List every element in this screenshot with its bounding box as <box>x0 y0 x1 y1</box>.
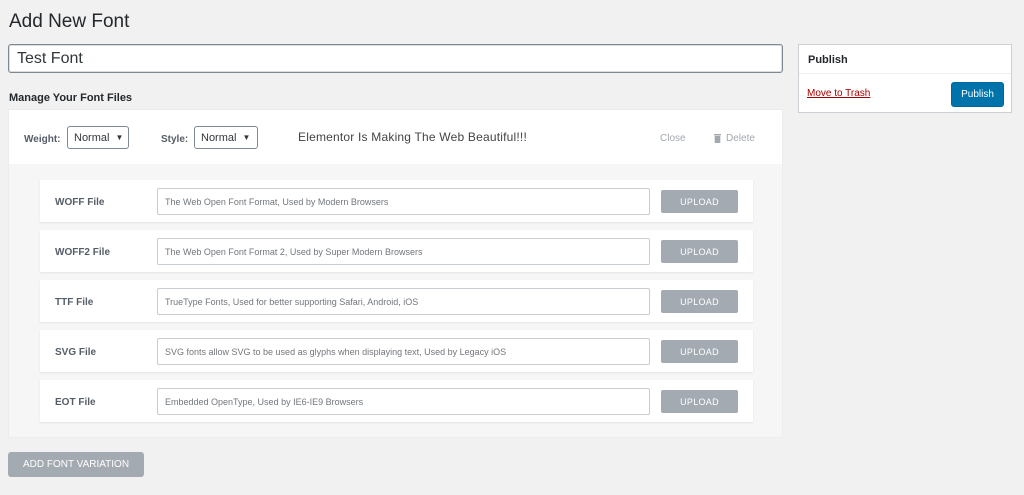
style-select-value: Normal <box>201 131 237 144</box>
file-row-eot: EOT File Embedded OpenType, Used by IE6-… <box>40 380 753 422</box>
delete-label: Delete <box>726 133 755 144</box>
delete-variation-link[interactable]: Delete <box>714 133 755 144</box>
manage-font-files-heading: Manage Your Font Files <box>9 92 133 104</box>
chevron-down-icon: ▼ <box>242 133 251 142</box>
upload-button-svg[interactable]: UPLOAD <box>661 340 738 363</box>
font-variation-panel: Weight: Normal ▼ Style: Normal ▼ Element… <box>8 109 783 438</box>
woff2-file-input[interactable]: The Web Open Font Format 2, Used by Supe… <box>157 238 650 265</box>
variation-header: Weight: Normal ▼ Style: Normal ▼ Element… <box>9 110 782 164</box>
font-preview-text: Elementor Is Making The Web Beautiful!!! <box>298 130 527 144</box>
add-font-variation-button[interactable]: ADD FONT VARIATION <box>8 452 144 477</box>
file-label: TTF File <box>55 297 94 308</box>
woff-file-input[interactable]: The Web Open Font Format, Used by Modern… <box>157 188 650 215</box>
page-title: Add New Font <box>9 11 130 32</box>
upload-button-woff[interactable]: UPLOAD <box>661 190 738 213</box>
eot-file-input[interactable]: Embedded OpenType, Used by IE6-IE9 Brows… <box>157 388 650 415</box>
upload-button-woff2[interactable]: UPLOAD <box>661 240 738 263</box>
file-label: EOT File <box>55 397 96 408</box>
trash-icon <box>714 134 721 143</box>
file-row-woff2: WOFF2 File The Web Open Font Format 2, U… <box>40 230 753 272</box>
style-label: Style: <box>161 134 189 145</box>
file-row-woff: WOFF File The Web Open Font Format, Used… <box>40 180 753 222</box>
weight-select-value: Normal <box>74 131 110 144</box>
publish-button[interactable]: Publish <box>951 82 1004 107</box>
font-name-input[interactable] <box>8 44 783 73</box>
ttf-file-input[interactable]: TrueType Fonts, Used for better supporti… <box>157 288 650 315</box>
svg-file-input[interactable]: SVG fonts allow SVG to be used as glyphs… <box>157 338 650 365</box>
publish-box: Publish Move to Trash Publish <box>798 44 1012 113</box>
file-label: SVG File <box>55 347 97 358</box>
file-row-ttf: TTF File TrueType Fonts, Used for better… <box>40 280 753 322</box>
chevron-down-icon: ▼ <box>115 133 124 142</box>
weight-select[interactable]: Normal ▼ <box>67 126 129 149</box>
upload-button-eot[interactable]: UPLOAD <box>661 390 738 413</box>
file-row-svg: SVG File SVG fonts allow SVG to be used … <box>40 330 753 372</box>
upload-button-ttf[interactable]: UPLOAD <box>661 290 738 313</box>
close-variation-link[interactable]: Close <box>660 133 686 144</box>
file-label: WOFF File <box>55 197 105 208</box>
style-select[interactable]: Normal ▼ <box>194 126 258 149</box>
weight-label: Weight: <box>24 134 61 145</box>
file-label: WOFF2 File <box>55 247 110 258</box>
publish-box-title: Publish <box>799 45 1011 74</box>
move-to-trash-link[interactable]: Move to Trash <box>807 88 870 99</box>
